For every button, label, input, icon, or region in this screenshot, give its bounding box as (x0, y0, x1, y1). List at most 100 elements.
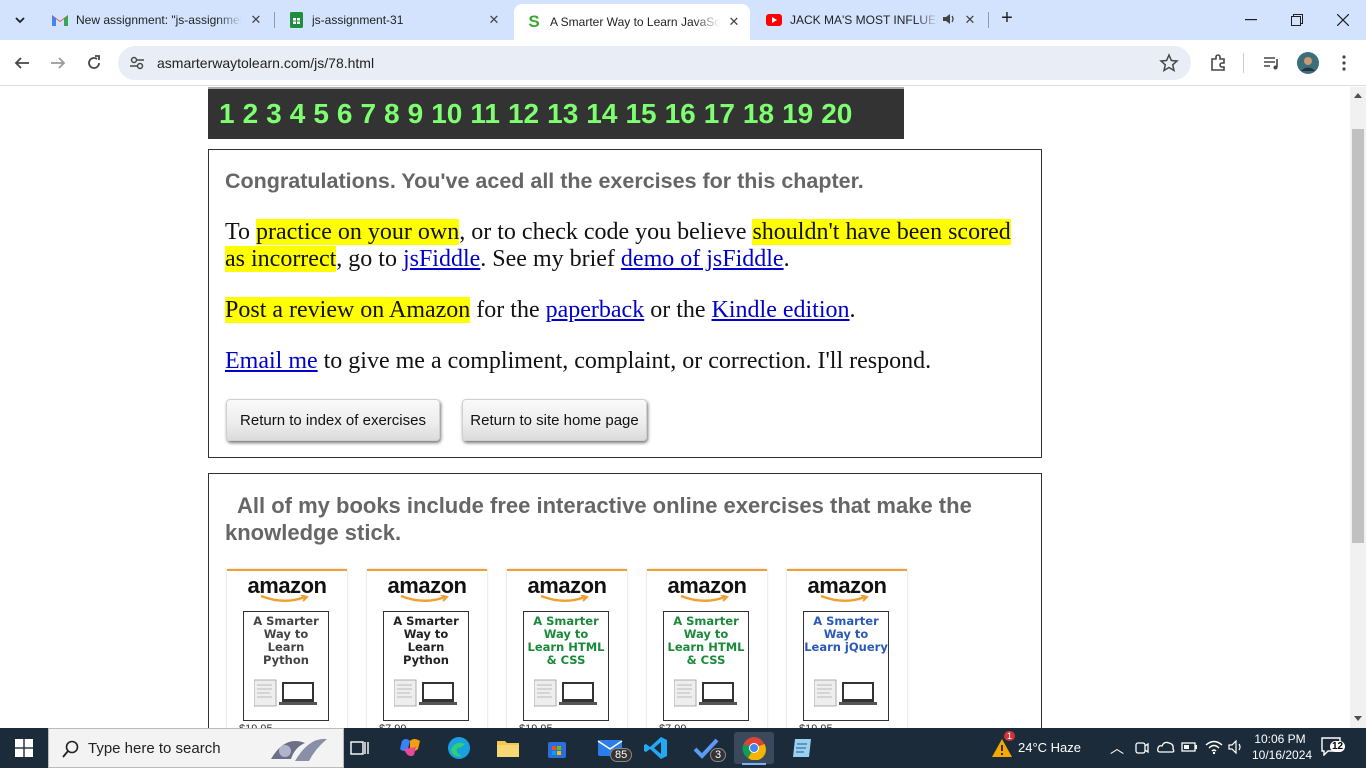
chrome-icon (742, 737, 766, 760)
exercise-number-link[interactable]: 19 (782, 98, 813, 130)
close-icon[interactable]: ✕ (248, 12, 264, 28)
battery-icon[interactable] (1181, 740, 1199, 754)
new-tab-button[interactable]: + (996, 8, 1018, 30)
wifi-icon[interactable] (1205, 739, 1223, 755)
minimize-button[interactable] (1228, 0, 1274, 40)
tab-youtube[interactable]: JACK MA'S MOST INFLUENTIAL ✕ (754, 4, 986, 36)
exercise-number-link[interactable]: 2 (243, 98, 259, 130)
close-window-button[interactable] (1320, 0, 1366, 40)
folder-icon (497, 741, 519, 757)
exercise-number-link[interactable]: 10 (431, 98, 462, 130)
exercise-number-link[interactable]: 3 (266, 98, 282, 130)
file-explorer-button[interactable] (488, 732, 528, 764)
edge-button[interactable] (439, 732, 479, 764)
book-cover[interactable]: A Smarter Way to Learn HTML & CSS (523, 611, 609, 721)
text: . (849, 297, 856, 323)
book-cover[interactable]: A Smarter Way to Learn Python (243, 611, 329, 721)
exercise-number-link[interactable]: 8 (384, 98, 400, 130)
congratulations-box: Congratulations. You've aced all the exe… (208, 149, 1042, 458)
exercise-number-link[interactable]: 12 (508, 98, 539, 130)
book-card[interactable]: amazonA Smarter Way to Learn HTML & CSS$… (647, 569, 767, 728)
start-button[interactable] (4, 732, 44, 764)
profile-avatar[interactable] (1294, 49, 1322, 77)
address-bar[interactable]: asmarterwaytolearn.com/js/78.html (118, 46, 1191, 80)
forward-button[interactable] (44, 49, 72, 77)
demo-jsfiddle-link[interactable]: demo of jsFiddle (621, 246, 784, 272)
exercise-number-link[interactable]: 17 (704, 98, 735, 130)
media-control-button[interactable] (1258, 49, 1286, 77)
reload-button[interactable] (80, 49, 108, 77)
review-paragraph: Post a review on Amazon for the paperbac… (225, 297, 1025, 324)
exercise-number-link[interactable]: 16 (665, 98, 696, 130)
exercise-number-link[interactable]: 11 (470, 98, 500, 130)
exercise-number-link[interactable]: 4 (290, 98, 306, 130)
kindle-edition-link[interactable]: Kindle edition (712, 297, 850, 323)
chrome-menu-button[interactable] (1330, 49, 1358, 77)
email-paragraph: Email me to give me a compliment, compla… (225, 348, 1025, 375)
exercise-number-link[interactable]: 6 (337, 98, 353, 130)
book-cover[interactable]: A Smarter Way to Learn Python (383, 611, 469, 721)
close-icon[interactable]: ✕ (486, 12, 502, 28)
exercise-number-link[interactable]: 20 (821, 98, 852, 130)
restore-button[interactable] (1274, 0, 1320, 40)
volume-icon[interactable] (1228, 740, 1244, 754)
app-button[interactable] (782, 732, 822, 764)
meet-now-icon[interactable] (1135, 740, 1149, 756)
page-scrollbar[interactable] (1350, 87, 1366, 728)
back-button[interactable] (8, 49, 36, 77)
amazon-smile-icon (400, 595, 449, 602)
text: or the (644, 297, 712, 323)
amazon-smile-icon (260, 595, 309, 602)
exercise-number-link[interactable]: 14 (586, 98, 617, 130)
tab-smarter-way[interactable]: S A Smarter Way to Learn JavaScript ✕ (514, 4, 750, 40)
text: to give me a compliment, complaint, or c… (317, 348, 932, 374)
chrome-button[interactable] (734, 732, 774, 765)
weather-widget[interactable]: 1 (982, 731, 1022, 764)
book-cover[interactable]: A Smarter Way to Learn HTML & CSS (663, 611, 749, 721)
tab-search-button[interactable] (6, 7, 34, 33)
minimize-icon (1245, 19, 1257, 21)
store-button[interactable] (537, 732, 577, 764)
vscode-button[interactable] (636, 732, 676, 764)
close-icon[interactable]: ✕ (962, 12, 978, 28)
site-info-icon[interactable] (128, 54, 146, 72)
paperback-link[interactable]: paperback (546, 297, 645, 323)
tab-gmail[interactable]: New assignment: "js-assignment-31" ✕ (40, 4, 272, 36)
speaker-icon[interactable] (942, 13, 956, 28)
return-to-index-button[interactable]: Return to index of exercises (226, 399, 440, 441)
book-card[interactable]: amazonA Smarter Way to Learn jQuery$19.9… (787, 569, 907, 728)
book-card[interactable]: amazonA Smarter Way to Learn Python$7.99 (367, 569, 487, 728)
taskbar-search[interactable]: Type here to search (48, 728, 344, 768)
exercise-number-link[interactable]: 1 (219, 98, 235, 130)
close-icon[interactable]: ✕ (726, 14, 742, 30)
onedrive-icon[interactable] (1157, 740, 1175, 754)
page-viewport: 1 2 3 4 5 6 7 8 9 10 11 12 13 14 15 16 17 18 19 20 Congratu… (0, 87, 1350, 728)
mail-button[interactable]: 85 (590, 732, 633, 764)
exercise-number-link[interactable]: 9 (408, 98, 424, 130)
todo-button[interactable]: 3 (686, 732, 727, 764)
scrollbar-thumb[interactable] (1352, 129, 1364, 543)
email-me-link[interactable]: Email me (225, 348, 318, 374)
task-view-button[interactable] (340, 732, 380, 764)
book-cover[interactable]: A Smarter Way to Learn jQuery (803, 611, 889, 721)
bookmark-star-icon[interactable] (1159, 53, 1179, 73)
notification-center-button[interactable]: 12 (1320, 736, 1350, 760)
tab-sheets[interactable]: js-assignment-31 ✕ (276, 4, 510, 36)
extensions-button[interactable] (1204, 49, 1232, 77)
chevron-up-icon[interactable]: ︿ (1110, 738, 1124, 758)
return-to-home-button[interactable]: Return to site home page (462, 399, 647, 441)
book-title: A Smarter Way to Learn HTML & CSS (667, 614, 745, 667)
clock[interactable]: 10:06 PM 10/16/2024 (1252, 731, 1312, 763)
jsfiddle-link[interactable]: jsFiddle (403, 246, 480, 272)
book-card[interactable]: amazonA Smarter Way to Learn HTML & CSS$… (507, 569, 627, 728)
exercise-number-link[interactable]: 13 (547, 98, 578, 130)
copilot-button[interactable] (390, 732, 430, 764)
exercise-number-link[interactable]: 15 (625, 98, 656, 130)
exercise-number-link[interactable]: 18 (743, 98, 774, 130)
url-text: asmarterwaytolearn.com/js/78.html (157, 55, 375, 71)
gmail-icon (52, 12, 68, 28)
highlight-text: Post a review on Amazon (225, 297, 471, 323)
book-card[interactable]: amazonA Smarter Way to Learn Python$19.9… (227, 569, 347, 728)
exercise-number-link[interactable]: 5 (313, 98, 329, 130)
exercise-number-link[interactable]: 7 (360, 98, 376, 130)
